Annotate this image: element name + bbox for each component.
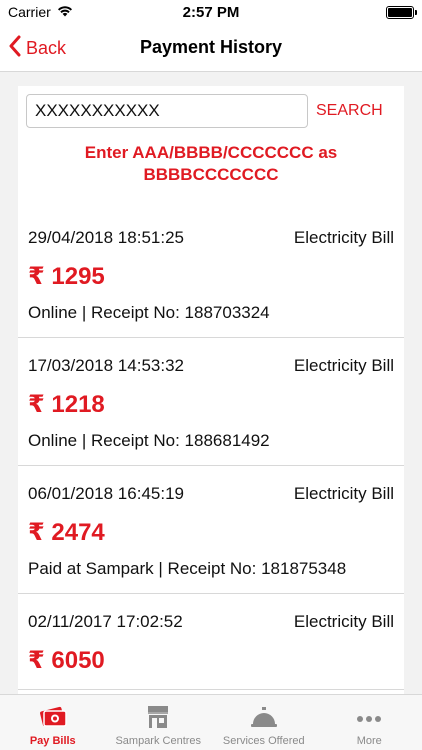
carrier-label: Carrier (8, 4, 51, 20)
search-hint: Enter AAA/BBBB/CCCCCCC as BBBBCCCCCCC (84, 143, 338, 184)
tab-label: Sampark Centres (115, 735, 202, 747)
status-left: Carrier (8, 4, 73, 20)
service-bell-icon (249, 705, 279, 729)
payment-type: Electricity Bill (293, 228, 394, 247)
payment-details: Online | Receipt No: 188703324 (28, 303, 270, 322)
tab-label: More (356, 735, 382, 747)
payment-history-panel: SEARCH Enter AAA/BBBB/CCCCCCC as BBBBCCC… (18, 86, 404, 694)
payment-item[interactable]: 02/11/2017 17:02:52 Electricity Bill ₹ 6… (18, 594, 404, 690)
tab-bar: Pay Bills Sampark Centres Services Offer… (0, 694, 422, 750)
payment-details: Paid at Sampark | Receipt No: 181875348 (28, 559, 347, 578)
search-row: SEARCH (18, 86, 404, 128)
search-button[interactable]: SEARCH (316, 102, 383, 120)
payment-type: Electricity Bill (293, 484, 394, 503)
payment-item[interactable]: 06/01/2018 16:45:19 Electricity Bill ₹ 2… (18, 466, 404, 594)
status-bar: Carrier 2:57 PM (0, 0, 422, 24)
wifi-icon (57, 4, 73, 20)
more-dots-icon (355, 709, 383, 729)
tab-more[interactable]: More (317, 695, 422, 750)
payment-datetime: 02/11/2017 17:02:52 (28, 612, 183, 631)
payment-datetime: 17/03/2018 14:53:32 (28, 356, 184, 375)
payment-amount: ₹ 2474 (28, 519, 105, 546)
navigation-bar: Back Payment History (0, 24, 422, 72)
payment-amount: ₹ 1218 (28, 391, 105, 418)
payment-details: Online | Receipt No: 188681492 (28, 431, 270, 450)
payment-amount: ₹ 6050 (28, 647, 105, 674)
chevron-left-icon (8, 35, 22, 62)
payment-item[interactable]: 17/03/2018 14:53:32 Electricity Bill ₹ 1… (18, 338, 404, 466)
payment-amount: ₹ 1295 (28, 263, 105, 290)
tab-label: Services Offered (222, 735, 305, 747)
payment-list: 29/04/2018 18:51:25 Electricity Bill ₹ 1… (18, 220, 404, 690)
tab-label: Pay Bills (29, 735, 76, 747)
back-button[interactable]: Back (8, 24, 66, 72)
store-icon (145, 705, 171, 729)
payment-datetime: 29/04/2018 18:51:25 (28, 228, 184, 247)
payment-item[interactable]: 29/04/2018 18:51:25 Electricity Bill ₹ 1… (18, 220, 404, 338)
payment-type: Electricity Bill (293, 356, 394, 375)
tab-pay-bills[interactable]: Pay Bills (0, 695, 106, 750)
payment-type: Electricity Bill (293, 612, 394, 631)
tab-services-offered[interactable]: Services Offered (211, 695, 317, 750)
back-label: Back (26, 37, 67, 58)
battery-icon (386, 5, 417, 19)
page-title: Payment History (139, 37, 283, 57)
search-input[interactable] (26, 94, 308, 128)
cash-icon (38, 703, 68, 729)
payment-datetime: 06/01/2018 16:45:19 (28, 484, 184, 503)
tab-sampark-centres[interactable]: Sampark Centres (106, 695, 212, 750)
